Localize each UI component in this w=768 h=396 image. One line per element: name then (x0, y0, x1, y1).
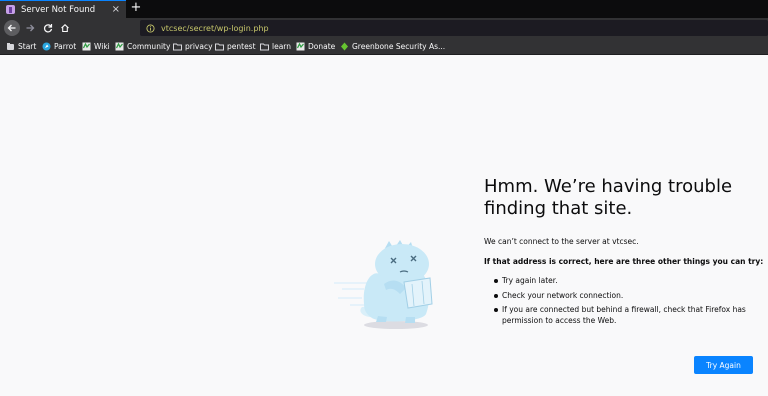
back-arrow-icon (7, 24, 16, 32)
connection-info-icon[interactable] (146, 23, 155, 33)
folder-icon (260, 42, 269, 51)
tab-server-not-found[interactable]: Server Not Found × (0, 0, 126, 18)
suggestions-list: Try again later. Check your network conn… (494, 276, 766, 330)
url-text[interactable]: vtcsec/secret/wp-login.php (161, 24, 269, 33)
tab-title: Server Not Found (21, 4, 96, 15)
bookmark-folder-pentest[interactable]: pentest (215, 40, 256, 52)
list-item: Try again later. (494, 276, 766, 287)
navigation-toolbar: vtcsec/secret/wp-login.php (0, 18, 768, 38)
home-icon (61, 24, 69, 33)
bookmarks-toolbar: Start Parrot Wiki Community privacy pent… (0, 38, 768, 55)
bookmark-community[interactable]: Community (115, 40, 170, 52)
bookmark-start[interactable]: Start (6, 40, 36, 52)
parrot-logo-icon (42, 42, 51, 51)
close-tab-icon[interactable]: × (112, 4, 120, 15)
error-page-favicon-icon (6, 5, 15, 14)
community-favicon-icon (115, 42, 124, 51)
reload-icon (43, 24, 53, 33)
suggestions-heading: If that address is correct, here are thr… (484, 257, 764, 266)
folder-icon (173, 42, 182, 51)
list-item: Check your network connection. (494, 291, 766, 302)
forward-arrow-icon (26, 24, 35, 32)
error-message: We can’t connect to the server at vtcsec… (484, 237, 639, 246)
bookmark-folder-privacy[interactable]: privacy (173, 40, 213, 52)
bookmark-folder-learn[interactable]: learn (260, 40, 291, 52)
new-tab-button[interactable]: + (130, 0, 142, 16)
address-bar[interactable]: vtcsec/secret/wp-login.php (140, 20, 768, 36)
donate-favicon-icon (296, 42, 305, 51)
confused-dinosaur-illustration (334, 240, 433, 329)
list-item: If you are connected but behind a firewa… (494, 305, 766, 326)
back-button[interactable] (4, 20, 20, 36)
wiki-favicon-icon (82, 42, 91, 51)
bookmark-parrot[interactable]: Parrot (42, 40, 76, 52)
error-title: Hmm. We’re having trouble finding that s… (484, 176, 733, 219)
folder-icon (215, 42, 224, 51)
greenbone-favicon-icon (340, 42, 349, 51)
bookmark-folder-icon (6, 42, 15, 51)
bookmark-donate[interactable]: Donate (296, 40, 335, 52)
reload-button[interactable] (40, 20, 56, 36)
try-again-button[interactable]: Try Again (694, 356, 753, 374)
home-button[interactable] (57, 20, 73, 36)
tab-strip: Server Not Found × + (0, 0, 768, 18)
bookmark-wiki[interactable]: Wiki (82, 40, 110, 52)
bookmark-greenbone[interactable]: Greenbone Security As... (340, 40, 445, 52)
forward-button[interactable] (22, 20, 38, 36)
